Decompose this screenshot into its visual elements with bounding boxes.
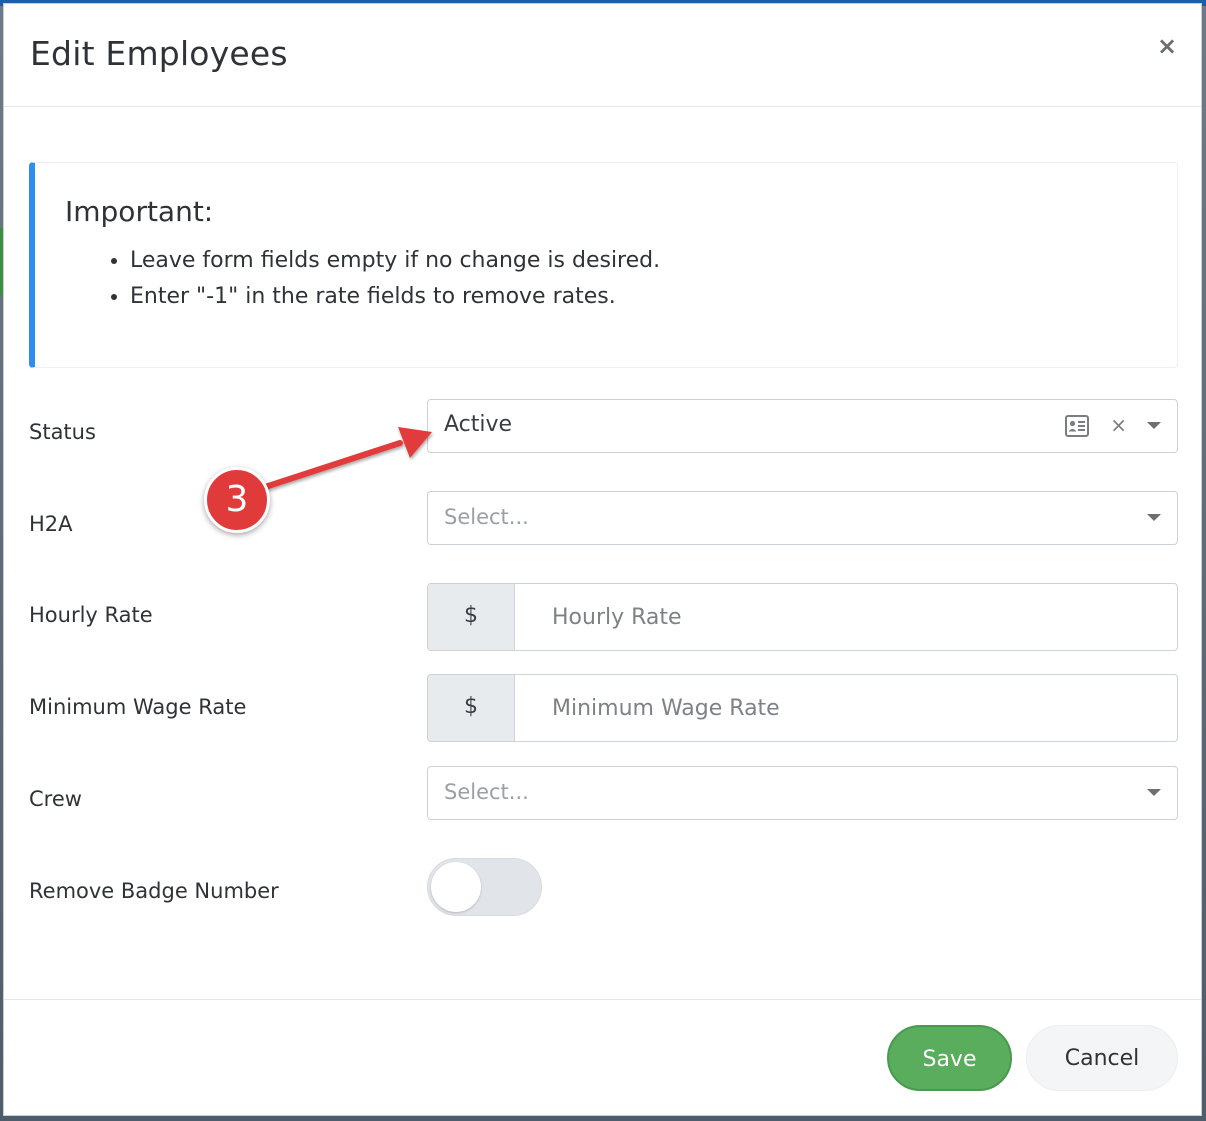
remove-badge-number-toggle[interactable] (427, 858, 542, 916)
chevron-down-icon[interactable] (1147, 514, 1161, 521)
close-icon[interactable]: × (1155, 34, 1179, 58)
h2a-select[interactable]: Select... (427, 491, 1178, 545)
modal-header: Edit Employees × (4, 4, 1201, 107)
status-label: Status (29, 420, 96, 444)
hourly-rate-input[interactable] (515, 584, 1177, 650)
alert-list: Leave form fields empty if no change is … (95, 243, 660, 315)
step-number-badge: 3 (204, 467, 270, 533)
alert-item: Leave form fields empty if no change is … (130, 243, 660, 279)
minimum-wage-rate-input[interactable] (515, 675, 1177, 741)
modal-footer: Save Cancel (4, 999, 1201, 1117)
toggle-knob (431, 862, 481, 912)
edit-employees-modal: Edit Employees × Important: Leave form f… (3, 3, 1202, 1116)
modal-title: Edit Employees (30, 34, 288, 73)
important-alert: Important: Leave form fields empty if no… (29, 162, 1178, 368)
h2a-placeholder: Select... (444, 505, 529, 529)
chevron-down-icon[interactable] (1147, 789, 1161, 796)
minimum-wage-rate-group: $ (427, 674, 1178, 742)
status-select[interactable]: Active × (427, 399, 1178, 453)
h2a-label: H2A (29, 512, 73, 536)
contact-card-icon[interactable] (1065, 415, 1089, 437)
hourly-rate-group: $ (427, 583, 1178, 651)
status-selected-value: Active (444, 412, 513, 437)
hourly-rate-label: Hourly Rate (29, 603, 153, 627)
dollar-addon: $ (428, 584, 515, 650)
remove-badge-number-label: Remove Badge Number (29, 879, 279, 903)
clear-selection-icon[interactable]: × (1110, 413, 1127, 437)
save-button[interactable]: Save (887, 1025, 1012, 1091)
crew-select[interactable]: Select... (427, 766, 1178, 820)
minimum-wage-rate-label: Minimum Wage Rate (29, 695, 247, 719)
crew-placeholder: Select... (444, 780, 529, 804)
alert-item: Enter "-1" in the rate fields to remove … (130, 279, 660, 315)
alert-title: Important: (65, 195, 214, 228)
chevron-down-icon[interactable] (1147, 422, 1161, 429)
dollar-addon: $ (428, 675, 515, 741)
crew-label: Crew (29, 787, 82, 811)
cancel-button[interactable]: Cancel (1026, 1025, 1178, 1091)
